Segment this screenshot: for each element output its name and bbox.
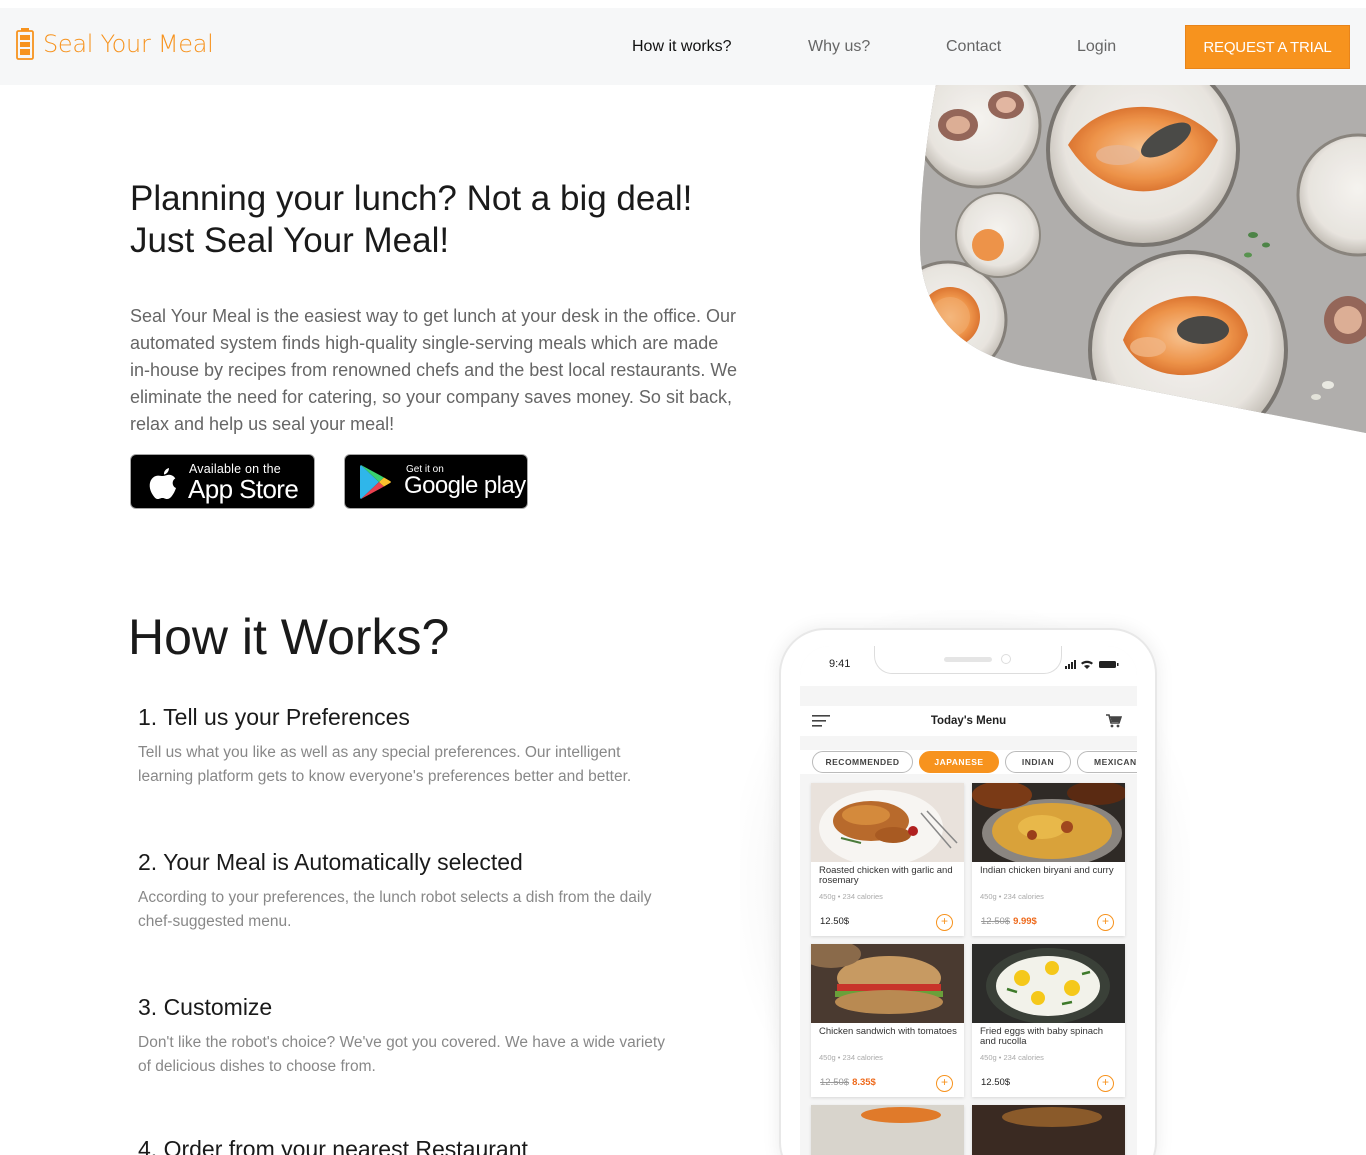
step-description: Don't like the robot's choice? We've got… [138,1034,665,1075]
chip-japanese[interactable]: JAPANESE [919,751,999,773]
hero-headline-line2: Just Seal Your Meal! [130,221,450,260]
nav-how-it-works[interactable]: How it works? [632,38,732,56]
step-title: 3. Customize [138,994,273,1020]
roasted-chicken-image [811,783,964,862]
dish-price: 12.50$ 9.99$ [981,916,1037,927]
app-store-label: App Store [188,474,299,504]
menu-card[interactable]: Chicken sandwich with tomatoes 450g • 23… [811,944,964,1097]
chicken-biryani-image [972,783,1125,862]
fried-eggs-image [972,944,1125,1023]
battery-logo-icon [16,28,34,60]
step-title: 4. Order from your nearest Restaurant [138,1136,528,1155]
chip-mexican[interactable]: MEXICAN [1077,751,1137,773]
step-order: 4. Order from your nearest Restaurant [138,1136,678,1155]
dish-name: Indian chicken biryani and curry [980,865,1114,876]
add-to-order-icon[interactable]: + [936,914,953,931]
old-price: 12.50$ [981,916,1011,927]
sale-price: 8.35$ [852,1077,876,1088]
dish-name: Roasted chicken with garlic and rosemary [819,865,953,886]
add-to-order-icon[interactable]: + [1097,1075,1114,1092]
step-auto-select: 2. Your Meal is Automatically selected A… [138,849,678,934]
dish-price-value: 12.50$ [981,1077,1011,1088]
chip-indian[interactable]: INDIAN [1005,751,1071,773]
hero-description: Seal Your Meal is the easiest way to get… [130,306,737,434]
google-play-badge[interactable]: Get it on Google play [344,454,528,509]
menu-card[interactable] [972,1105,1125,1155]
dish-image [972,1105,1125,1155]
top-navbar: Seal Your Meal How it works? Why us? Con… [0,8,1366,85]
status-time: 9:41 [829,658,851,670]
step-description: According to your preferences, the lunch… [138,889,652,930]
menu-card[interactable]: Indian chicken biryani and curry 450g • … [972,783,1125,936]
app-header: Today's Menu [800,706,1137,736]
add-to-order-icon[interactable]: + [1097,914,1114,931]
dish-image [811,1105,964,1155]
dish-meta: 450g • 234 calories [980,1053,1044,1062]
chicken-sandwich-image [811,944,964,1023]
step-title: 2. Your Meal is Automatically selected [138,849,523,875]
step-description: Tell us what you like as well as any spe… [138,744,632,785]
dish-price-value: 12.50$ [820,916,850,927]
nav-contact[interactable]: Contact [946,38,1001,56]
status-bar: 9:41 [800,646,1137,686]
speaker-icon [944,657,992,662]
dish-price: 12.50$ [820,916,849,927]
step-title: 1. Tell us your Preferences [138,704,410,730]
step-customize: 3. Customize Don't like the robot's choi… [138,994,678,1079]
how-it-works-heading: How it Works? [128,609,450,665]
dish-price: 12.50$ 8.35$ [820,1077,876,1088]
app-store-badge[interactable]: Available on the App Store [130,454,315,509]
phone-screen: 9:41 Today's Menu RECOMMENDED JAPANESE I… [800,646,1137,1155]
dish-price: 12.50$ [981,1077,1010,1088]
hero-headline-line1: Planning your lunch? Not a big deal! [130,179,693,218]
google-play-label: Google play [404,472,526,499]
hero-food-plates-image [920,85,1366,433]
brand-name: Seal Your Meal [43,30,214,58]
dish-meta: 450g • 234 calories [819,892,883,901]
chip-recommended[interactable]: RECOMMENDED [812,751,913,773]
cart-icon[interactable] [1106,714,1122,728]
brand-logo[interactable]: Seal Your Meal [16,28,214,60]
menu-card[interactable] [811,1105,964,1155]
nav-login[interactable]: Login [1077,38,1116,56]
hero-headline: Planning your lunch? Not a big deal! Jus… [130,178,770,262]
signal-wifi-battery-icon [1065,660,1119,669]
step-preferences: 1. Tell us your Preferences Tell us what… [138,704,678,789]
menu-card[interactable]: Roasted chicken with garlic and rosemary… [811,783,964,936]
dish-name: Fried eggs with baby spinach and rucolla [980,1026,1104,1047]
add-to-order-icon[interactable]: + [936,1075,953,1092]
old-price: 12.50$ [820,1077,850,1088]
category-chips: RECOMMENDED JAPANESE INDIAN MEXICAN [800,750,1137,774]
camera-icon [1001,654,1011,664]
nav-why-us[interactable]: Why us? [808,38,870,56]
request-trial-button[interactable]: REQUEST A TRIAL [1185,25,1350,69]
dish-name: Chicken sandwich with tomatoes [819,1026,957,1037]
apple-icon [149,468,176,499]
sale-price: 9.99$ [1013,916,1037,927]
todays-menu-title: Today's Menu [930,715,1007,727]
menu-card[interactable]: Fried eggs with baby spinach and rucolla… [972,944,1125,1097]
google-play-icon [360,465,391,499]
dish-meta: 450g • 234 calories [980,892,1044,901]
dish-meta: 450g • 234 calories [819,1053,883,1062]
